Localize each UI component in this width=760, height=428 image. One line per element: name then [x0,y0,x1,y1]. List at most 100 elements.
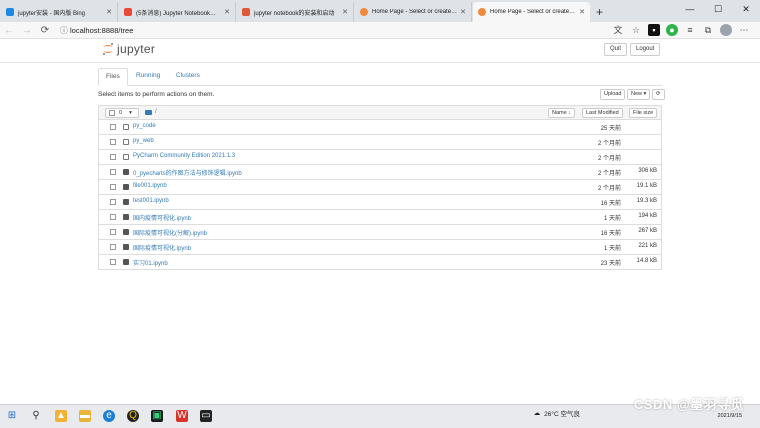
tab-running[interactable]: Running [129,68,167,85]
close-icon[interactable]: ✕ [579,8,585,16]
list-item[interactable]: 国际疫情可视化.ipynb 1 天前 221 kB [98,240,662,255]
close-icon[interactable]: ✕ [224,8,230,16]
bing-favicon-icon [6,8,14,16]
upload-button[interactable]: Upload [600,89,626,100]
list-item[interactable]: test001.ipynb 16 天前 19.3 kB [98,195,662,210]
collections-icon[interactable]: ⧉ [702,24,714,36]
quit-button[interactable]: Quit [604,43,628,56]
folder-icon [123,139,129,145]
tab-clusters[interactable]: Clusters [169,68,207,85]
row-checkbox[interactable] [110,214,116,220]
green-extension-icon[interactable]: ● [666,24,678,36]
site-favicon-icon [242,8,250,16]
forward-arrow-icon[interactable]: → [18,25,36,36]
row-checkbox[interactable] [110,199,116,205]
list-item[interactable]: 国际疫情可视化(分解).ipynb 16 天前 267 kB [98,225,662,240]
file-name-link[interactable]: py_code [133,123,156,129]
list-item[interactable]: file001.ipynb 2 个月前 19.1 kB [98,180,662,195]
row-checkbox[interactable] [110,169,116,175]
list-item[interactable]: py_code 25 天前 [98,120,662,135]
list-item[interactable]: 实习01.ipynb 23 天前 14.8 kB [98,255,662,270]
more-menu-icon[interactable]: ⋯ [738,24,750,36]
tab-title: jupyter安装 - 国内版 Bing [18,10,86,17]
favorite-star-icon[interactable]: ☆ [630,24,642,36]
new-dropdown-button[interactable]: New ▾ [627,89,651,100]
app-icon[interactable]: ▲ [55,410,67,422]
tab-files[interactable]: Files [98,68,128,86]
file-size: 14.8 kB [636,258,657,264]
breadcrumb-root[interactable]: / [155,109,157,115]
browser-tab-5-active[interactable]: Home Page - Select or create a n ✕ [473,2,590,22]
list-item[interactable]: PyCharm Community Edition 2021.1.3 2 个月前 [98,150,662,165]
window-controls: — ☐ ✕ [676,0,760,18]
back-arrow-icon[interactable]: ← [0,25,18,36]
logout-button[interactable]: Logout [630,43,661,56]
notebook-file-icon [123,214,129,220]
new-tab-plus-icon[interactable]: + [596,2,603,22]
logo-text: jupyter [117,42,156,56]
file-name-link[interactable]: 0_pyecharts的作图方法与修饰逻辑.ipynb [133,168,242,177]
sort-name-button[interactable]: Name ↓ [548,108,575,118]
last-modified: 16 天前 [600,231,621,237]
last-modified: 1 天前 [603,246,621,252]
file-name-link[interactable]: 国际疫情可视化(分解).ipynb [133,228,207,237]
list-item[interactable]: 国内疫情可视化.ipynb 1 天前 194 kB [98,210,662,225]
sort-last-modified-button[interactable]: Last Modified [582,108,623,118]
row-checkbox[interactable] [110,124,116,130]
wps-icon[interactable]: W [176,410,188,422]
row-checkbox[interactable] [110,184,116,190]
row-checkbox[interactable] [110,229,116,235]
qq-icon[interactable]: Q [127,410,139,422]
select-all-dropdown[interactable]: 0 ▾ [105,108,139,118]
close-icon[interactable]: ✕ [106,8,112,16]
list-item[interactable]: py_web 2 个月前 [98,135,662,150]
list-item[interactable]: 0_pyecharts的作图方法与修饰逻辑.ipynb 2 个月前 306 kB [98,165,662,180]
file-name-link[interactable]: file001.ipynb [133,183,167,189]
page-tabs: Files Running Clusters [98,68,662,86]
file-name-link[interactable]: PyCharm Community Edition 2021.1.3 [133,153,235,159]
file-name-link[interactable]: test001.ipynb [133,198,169,204]
pycharm-icon[interactable]: ▣ [151,410,163,422]
file-name-link[interactable]: py_web [133,138,154,144]
browser-tab-4[interactable]: Home Page - Select or create a n ✕ [355,2,472,22]
row-checkbox[interactable] [110,139,116,145]
weather-cloud-icon: ☁ [533,410,541,417]
favorites-icon[interactable]: ≡ [684,24,696,36]
select-all-checkbox[interactable] [109,110,115,116]
row-checkbox[interactable] [110,259,116,265]
edge-browser-icon[interactable]: e [103,410,115,422]
file-size: 19.1 kB [636,183,657,189]
file-name-link[interactable]: 实习01.ipynb [133,258,168,267]
jupyter-logo[interactable]: jupyter [102,42,155,56]
search-icon[interactable]: ⚲ [30,410,42,422]
close-icon[interactable]: ✕ [342,8,348,16]
browser-address-bar: ← → ⟳ ⓘ localhost:8888/tree 文 ☆ ▪ ● ≡ ⧉ … [0,22,760,39]
file-name-link[interactable]: 国内疫情可视化.ipynb [133,213,191,222]
row-checkbox[interactable] [110,244,116,250]
extension-icon[interactable]: ▪ [648,24,660,36]
browser-tab-1[interactable]: jupyter安装 - 国内版 Bing ✕ [1,2,118,22]
refresh-button[interactable]: ⟳ [652,89,665,100]
file-explorer-icon[interactable]: ▬ [79,410,91,422]
profile-avatar-icon[interactable] [720,24,732,36]
minimize-icon[interactable]: — [676,0,704,18]
url-field[interactable]: ⓘ localhost:8888/tree [60,24,560,37]
windows-start-icon[interactable]: ⊞ [6,410,18,422]
weather-text[interactable]: 26°C 空气良 [544,408,580,418]
file-size: 194 kB [638,213,657,219]
browser-tab-3[interactable]: jupyter notebook的安装和启动 ✕ [237,2,354,22]
notebook-file-icon [123,169,129,175]
sort-file-size-button[interactable]: File size [629,108,658,118]
maximize-icon[interactable]: ☐ [704,0,732,18]
terminal-icon[interactable]: ▭ [200,410,212,422]
reload-icon[interactable]: ⟳ [36,25,54,36]
taskbar-date[interactable]: 2021/9/15 [718,413,742,419]
browser-tab-2[interactable]: (5条消息) Jupyter Notebook安装 ✕ [119,2,236,22]
file-name-link[interactable]: 国际疫情可视化.ipynb [133,243,191,252]
close-icon[interactable]: ✕ [460,8,466,16]
row-checkbox[interactable] [110,154,116,160]
window-close-icon[interactable]: ✕ [732,0,760,18]
translate-icon[interactable]: 文 [612,24,624,36]
info-icon[interactable]: ⓘ [60,25,70,36]
last-modified: 16 天前 [600,201,621,207]
